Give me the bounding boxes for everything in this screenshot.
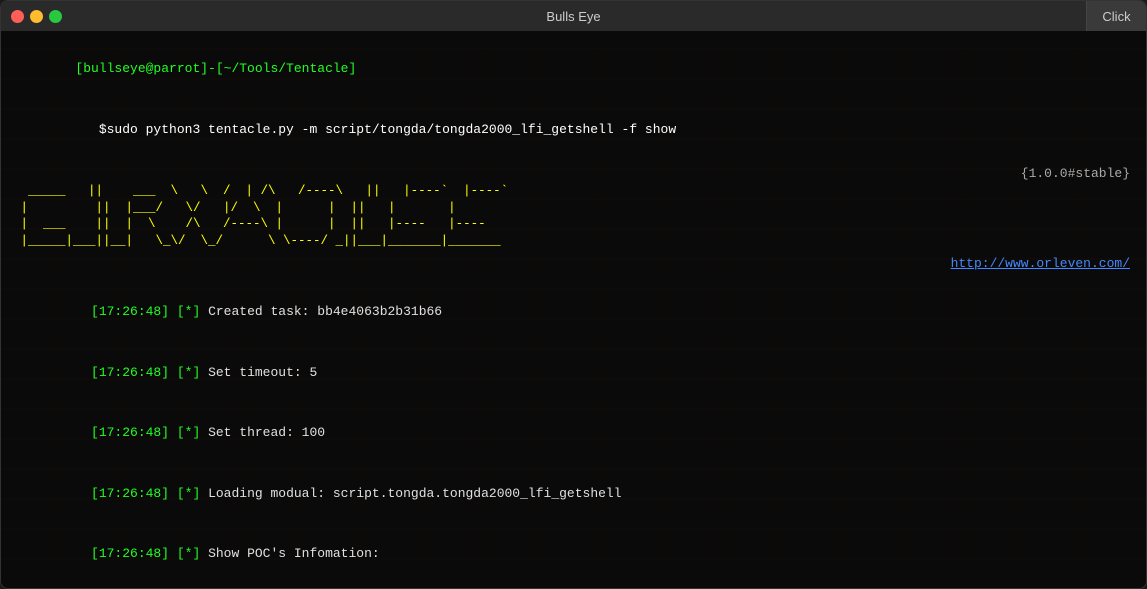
terminal-body: [bullseye@parrot]-[~/Tools/Tentacle] $su…	[1, 31, 1146, 588]
prompt-line-1: [bullseye@parrot]-[~/Tools/Tentacle]	[13, 39, 1134, 99]
titlebar: Bulls Eye Click	[1, 1, 1146, 31]
separator-top: --------------------------------	[13, 586, 1134, 588]
prompt-symbol	[75, 122, 98, 137]
maximize-button[interactable]	[49, 10, 62, 23]
log-line-2: [17:26:48] [*] Set thread: 100	[13, 403, 1134, 463]
log-msg-1: Set timeout: 5	[208, 365, 317, 380]
ascii-version: {1.0.0#stable}	[1021, 166, 1130, 181]
log-level-4: [*]	[177, 546, 208, 561]
ascii-url-line: http://www.orleven.com/	[13, 254, 1134, 272]
click-button[interactable]: Click	[1086, 1, 1146, 31]
command-line: $sudo python3 tentacle.py -m script/tong…	[13, 99, 1134, 159]
window-title: Bulls Eye	[546, 9, 600, 24]
log-time-0: [17:26:48]	[91, 304, 177, 319]
terminal-content: [bullseye@parrot]-[~/Tools/Tentacle] $su…	[13, 39, 1134, 588]
log-line-1: [17:26:48] [*] Set timeout: 5	[13, 343, 1134, 403]
log-block: [17:26:48] [*] Created task: bb4e4063b2b…	[13, 282, 1134, 584]
ascii-url[interactable]: http://www.orleven.com/	[951, 256, 1130, 271]
log-msg-0: Created task: bb4e4063b2b31b66	[208, 304, 442, 319]
log-level-2: [*]	[177, 425, 208, 440]
log-msg-4: Show POC's Infomation:	[208, 546, 380, 561]
log-line-3: [17:26:48] [*] Loading modual: script.to…	[13, 463, 1134, 523]
traffic-lights	[11, 10, 62, 23]
log-time-1: [17:26:48]	[91, 365, 177, 380]
log-time-4: [17:26:48]	[91, 546, 177, 561]
close-button[interactable]	[11, 10, 24, 23]
log-level-0: [*]	[177, 304, 208, 319]
ascii-art-block: _____ || ___ \ \ / | /\ /----\ || |----`…	[13, 166, 1134, 272]
terminal-window: Bulls Eye Click [bullseye@parrot]-[~/Too…	[0, 0, 1147, 589]
prompt-user: [bullseye@parrot]-[~/Tools/Tentacle]	[75, 61, 356, 76]
minimize-button[interactable]	[30, 10, 43, 23]
command-text: $sudo python3 tentacle.py -m script/tong…	[99, 122, 676, 137]
log-time-3: [17:26:48]	[91, 486, 177, 501]
ascii-art: _____ || ___ \ \ / | /\ /----\ || |----`…	[13, 166, 1134, 250]
log-line-0: [17:26:48] [*] Created task: bb4e4063b2b…	[13, 282, 1134, 342]
log-line-4: [17:26:48] [*] Show POC's Infomation:	[13, 524, 1134, 584]
log-level-1: [*]	[177, 365, 208, 380]
log-msg-2: Set thread: 100	[208, 425, 325, 440]
log-time-2: [17:26:48]	[91, 425, 177, 440]
log-msg-3: Loading modual: script.tongda.tongda2000…	[208, 486, 621, 501]
log-level-3: [*]	[177, 486, 208, 501]
